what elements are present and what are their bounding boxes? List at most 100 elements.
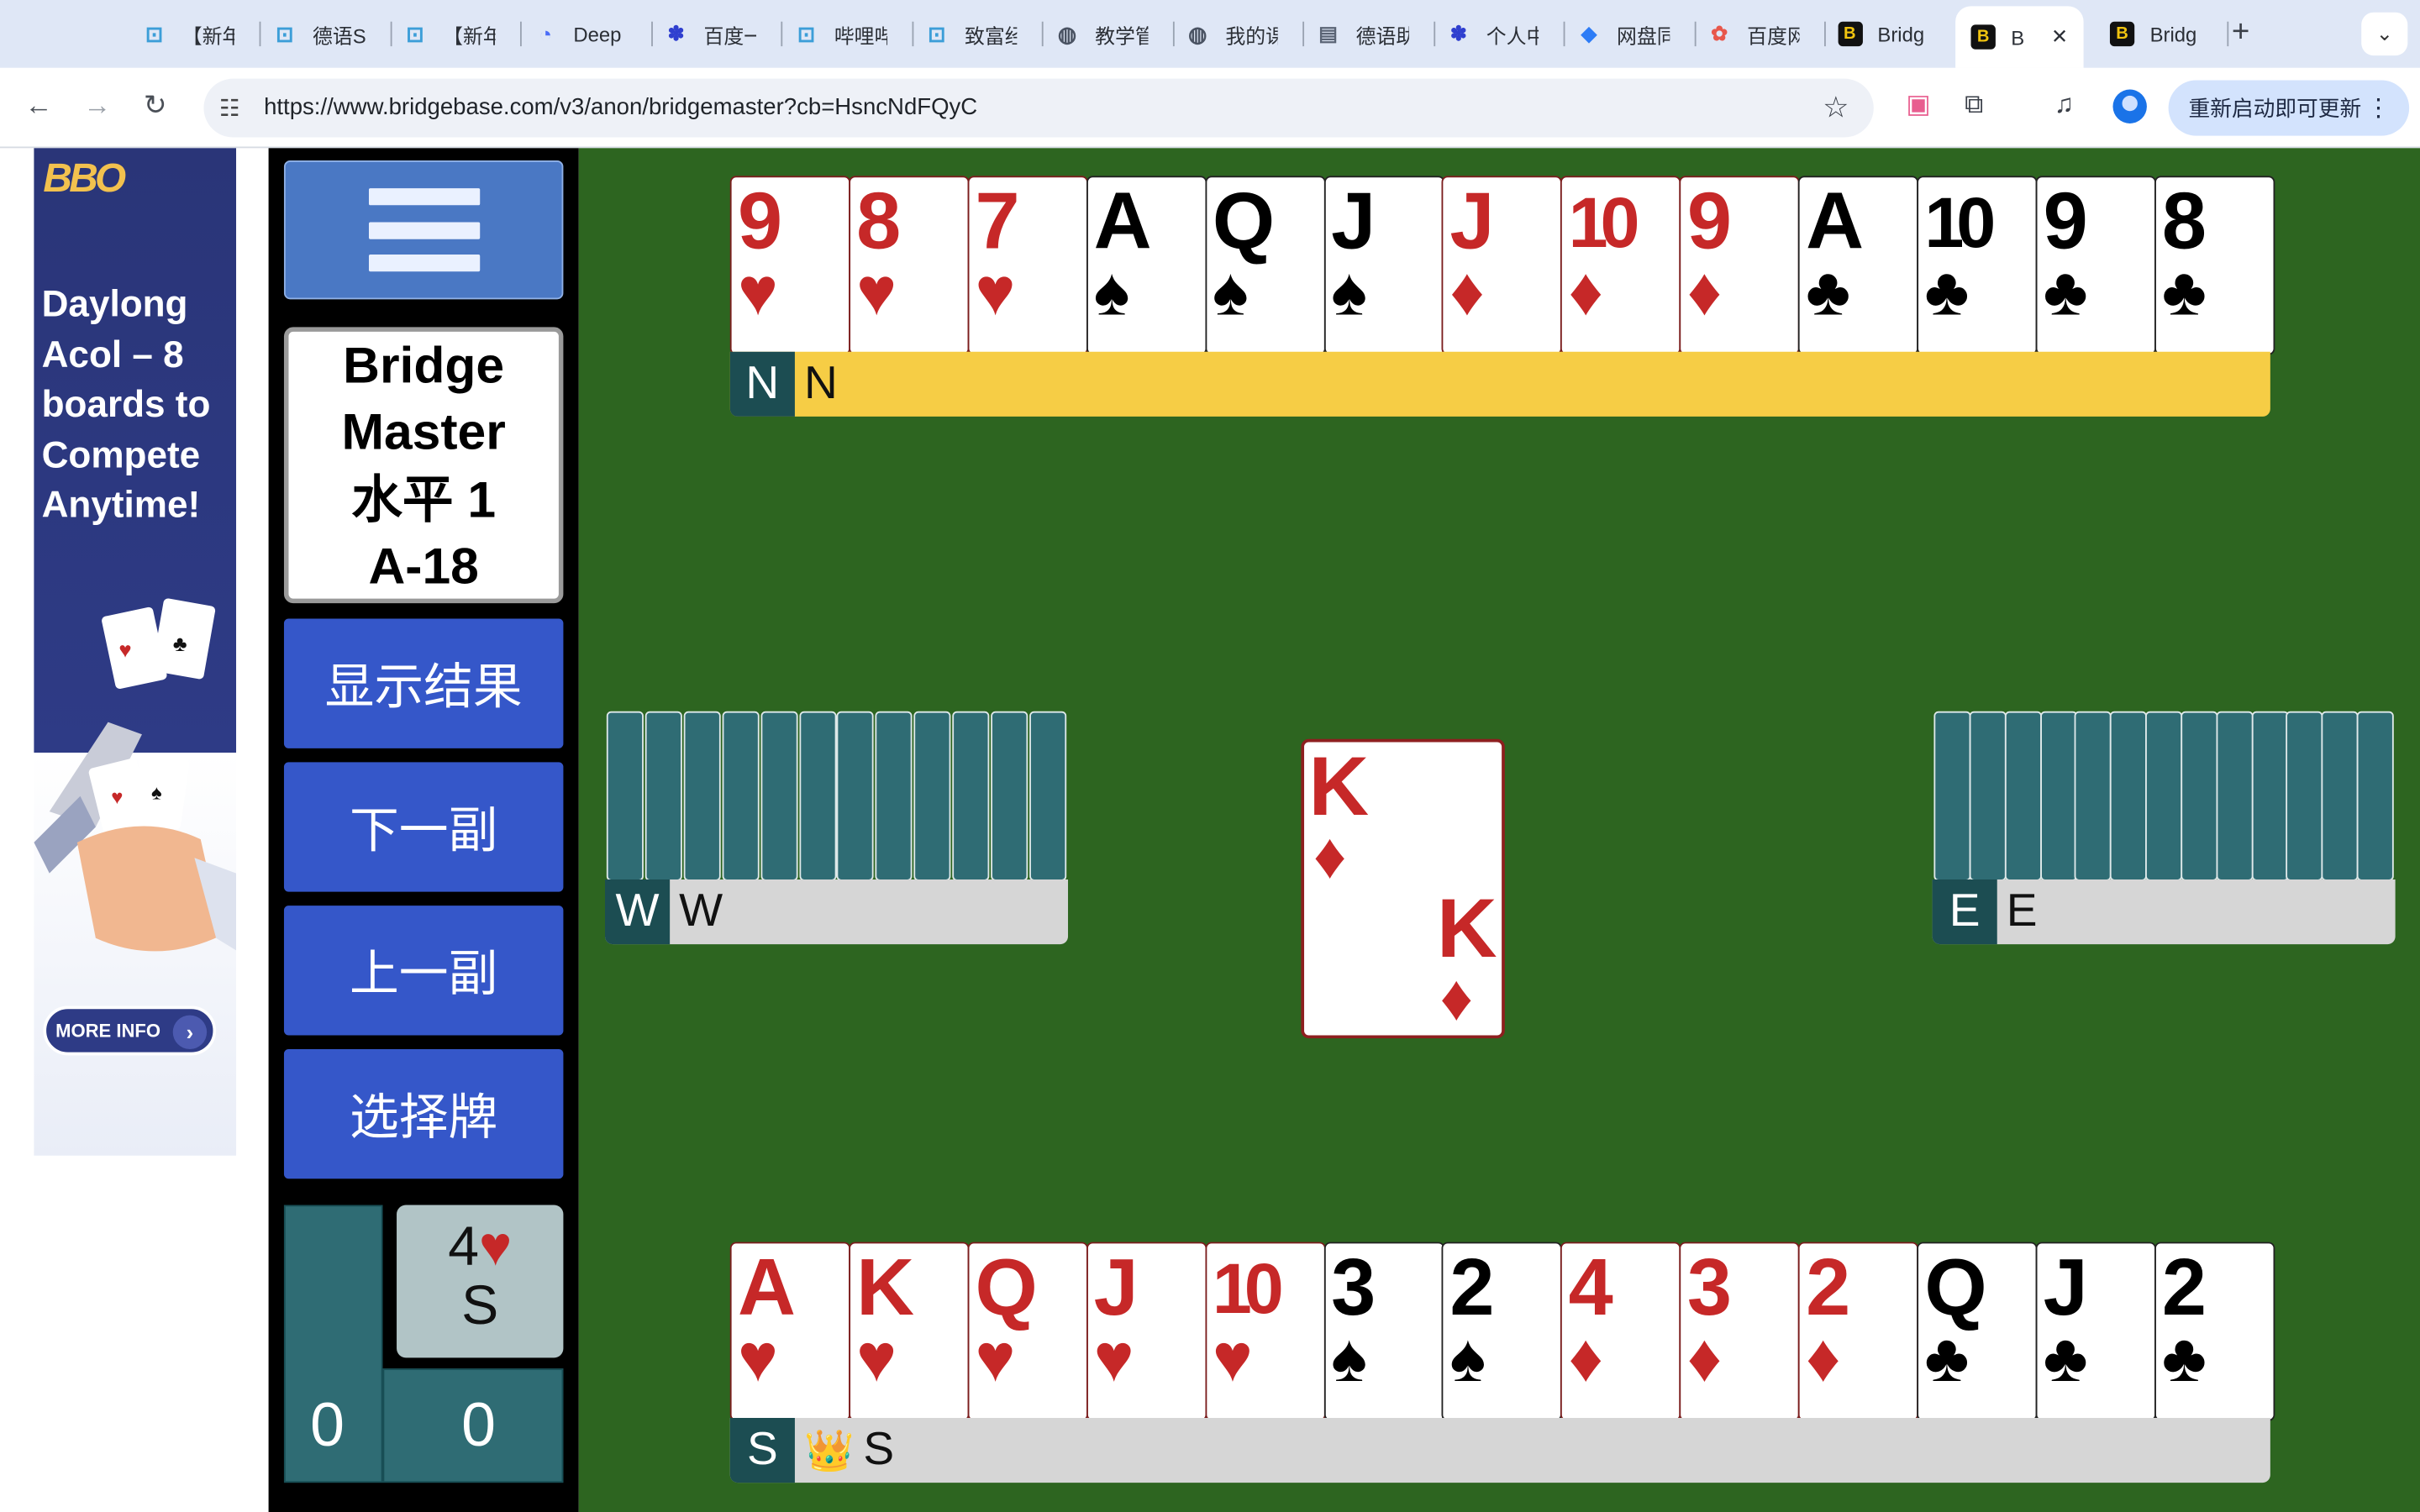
- card-rank: Q: [975, 1243, 1037, 1333]
- address-bar[interactable]: ☷ https://www.bridgebase.com/v3/anon/bri…: [203, 78, 1874, 138]
- card-rank: J: [1449, 177, 1494, 267]
- card-back: [837, 711, 875, 881]
- playing-card[interactable]: 7 ♥: [967, 176, 1088, 355]
- playing-card[interactable]: 9 ♥: [729, 176, 851, 355]
- browser-tab[interactable]: ◍ 教学管: [1055, 13, 1148, 55]
- browser-tab[interactable]: ⊡ 【新年: [142, 13, 234, 55]
- playing-card[interactable]: 3 ♠: [1323, 1242, 1444, 1421]
- score-right: 0: [461, 1391, 497, 1460]
- title-line: A-18: [368, 537, 479, 595]
- tab-separator: [1041, 21, 1044, 47]
- playing-card[interactable]: A ♠: [1086, 176, 1207, 355]
- browser-tab[interactable]: B Bridg: [2109, 13, 2202, 55]
- card-back: [606, 711, 644, 881]
- card-back: [2286, 711, 2323, 881]
- playing-card[interactable]: 4 ♦: [1560, 1242, 1681, 1421]
- document-icon: ▤: [1318, 21, 1338, 45]
- spade-icon: ♠: [1212, 255, 1249, 331]
- heart-icon: ♥: [478, 1214, 513, 1278]
- playing-card[interactable]: 2 ♦: [1797, 1242, 1919, 1421]
- playing-card[interactable]: 10 ♦: [1560, 176, 1681, 355]
- tab-search-button[interactable]: ⌄: [2361, 12, 2408, 56]
- card-back: [644, 711, 682, 881]
- club-icon: ♣: [2161, 255, 2207, 331]
- next-deal-button[interactable]: 下一副: [283, 762, 564, 892]
- site-info-icon[interactable]: ☷: [219, 94, 240, 122]
- playing-card[interactable]: A ♣: [1797, 176, 1919, 355]
- show-results-button[interactable]: 显示结果: [283, 618, 564, 748]
- browser-tab[interactable]: ▤ 德语助: [1316, 13, 1408, 55]
- forward-icon[interactable]: →: [83, 90, 111, 123]
- browser-tab[interactable]: B B ✕: [1955, 6, 2084, 68]
- profile-avatar[interactable]: [2112, 89, 2147, 123]
- browser-tab[interactable]: ◍ 我的课: [1186, 13, 1278, 55]
- browser-tab[interactable]: B Bridg: [1837, 13, 1930, 55]
- reload-icon[interactable]: ↻: [144, 90, 167, 123]
- control-panel: Bridge Master 水平 1 A-18 显示结果 下一副 上一副 选择牌…: [268, 148, 579, 1512]
- playing-card[interactable]: 9 ♣: [2035, 176, 2156, 355]
- chevron-down-icon: ⌄: [2375, 21, 2393, 45]
- playing-card[interactable]: J ♠: [1323, 176, 1444, 355]
- tab-separator: [911, 21, 913, 47]
- diamond-icon: ♦: [1568, 255, 1603, 331]
- menu-button[interactable]: [283, 160, 564, 300]
- browser-tab[interactable]: ✽ 个人中: [1446, 13, 1539, 55]
- playing-card[interactable]: 10 ♣: [1917, 176, 2038, 355]
- new-tab-button[interactable]: +: [2232, 15, 2249, 50]
- extension-icon[interactable]: ▣: [1906, 90, 1931, 121]
- url-text[interactable]: https://www.bridgebase.com/v3/anon/bridg…: [264, 94, 977, 120]
- playing-card[interactable]: Q ♣: [1917, 1242, 2038, 1421]
- browser-tab[interactable]: ⊡ 哔哩哔: [794, 13, 886, 55]
- seat-badge-west: W: [605, 879, 671, 945]
- browser-tab[interactable]: ◔ Deep: [534, 13, 626, 55]
- playing-card[interactable]: 9 ♦: [1679, 176, 1800, 355]
- close-tab-icon[interactable]: ✕: [2051, 24, 2068, 49]
- title-line: Master: [341, 402, 506, 460]
- bookmark-star-icon[interactable]: ☆: [1823, 91, 1849, 126]
- bbo-icon: B: [1837, 21, 1863, 47]
- more-menu-icon[interactable]: ⋮: [2366, 92, 2391, 123]
- browser-tab[interactable]: ✿ 百度网: [1707, 13, 1800, 55]
- heart-icon: ♥: [856, 1320, 897, 1397]
- playing-card[interactable]: A ♥: [729, 1242, 851, 1421]
- seat-badge-south: S: [729, 1417, 795, 1483]
- more-info-button[interactable]: MORE INFO ›: [43, 1005, 217, 1056]
- club-icon: ♣: [1924, 255, 1970, 331]
- club-icon: ♣: [1924, 1320, 1970, 1397]
- back-icon[interactable]: ←: [24, 90, 52, 123]
- card-back: [1969, 711, 2007, 881]
- advertisement-banner[interactable]: BBO Daylong Acol – 8 boards to Compete A…: [34, 148, 237, 1156]
- playing-card[interactable]: J ♥: [1086, 1242, 1207, 1421]
- card-back: [1933, 711, 1971, 881]
- playing-card[interactable]: 2 ♠: [1442, 1242, 1563, 1421]
- playing-card[interactable]: 2 ♣: [2154, 1242, 2275, 1421]
- previous-deal-button[interactable]: 上一副: [283, 906, 564, 1036]
- playing-card[interactable]: 10 ♥: [1204, 1242, 1326, 1421]
- playing-card[interactable]: J ♦: [1442, 176, 1563, 355]
- playing-card[interactable]: K ♥: [849, 1242, 970, 1421]
- update-button[interactable]: 重新启动即可更新 ⋮: [2168, 80, 2410, 136]
- title-line: Bridge: [343, 335, 505, 393]
- extensions-puzzle-icon[interactable]: ⧉: [1965, 90, 1983, 121]
- playing-card[interactable]: 8 ♣: [2154, 176, 2275, 355]
- playing-card[interactable]: Q ♠: [1204, 176, 1326, 355]
- media-control-icon[interactable]: ♫: [2054, 90, 2074, 121]
- browser-tab[interactable]: ◆ 网盘同: [1576, 13, 1670, 55]
- tab-title: 百度网: [1747, 24, 1799, 48]
- card-rank: 2: [2161, 1243, 2207, 1333]
- playing-card[interactable]: 8 ♥: [849, 176, 970, 355]
- playing-card[interactable]: Q ♥: [967, 1242, 1088, 1421]
- browser-tab[interactable]: ⊡ 德语S: [272, 13, 365, 55]
- browser-tab[interactable]: ⊡ 致富经: [924, 13, 1017, 55]
- tab-separator: [650, 21, 653, 47]
- playing-card[interactable]: J ♣: [2035, 1242, 2156, 1421]
- choose-card-button[interactable]: 选择牌: [283, 1048, 564, 1179]
- deepseek-icon: ◔: [539, 21, 553, 47]
- browser-tab[interactable]: ✽ 百度一: [664, 13, 756, 55]
- playing-card[interactable]: 3 ♦: [1679, 1242, 1800, 1421]
- browser-tab[interactable]: ⊡ 【新年: [402, 13, 495, 55]
- heart-icon: ♥: [737, 1320, 778, 1397]
- north-name-bar: N N: [729, 351, 2270, 417]
- card-back: [2356, 711, 2394, 881]
- club-icon: ♣: [2043, 1320, 2088, 1397]
